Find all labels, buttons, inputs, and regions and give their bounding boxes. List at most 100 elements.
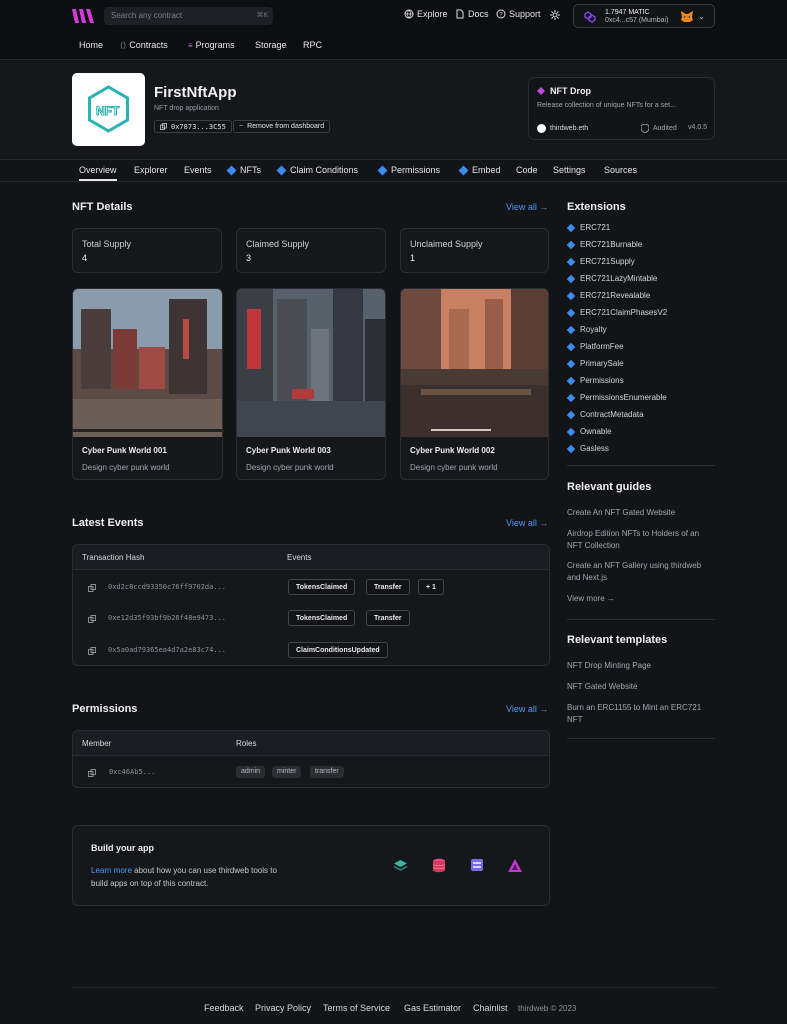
tab-code[interactable]: Code xyxy=(516,165,538,175)
nft-view-all-link[interactable]: View all → xyxy=(506,202,548,212)
drop-version: v4.0.5 xyxy=(688,124,708,131)
tab-overview[interactable]: Overview xyxy=(79,165,117,181)
extension-item[interactable]: PrimarySale xyxy=(566,359,624,368)
tab-events[interactable]: Events xyxy=(184,165,212,175)
document-icon xyxy=(456,9,464,19)
thirdweb-logo[interactable] xyxy=(72,8,94,24)
footer-chainlist[interactable]: Chainlist xyxy=(473,1003,508,1013)
extension-item[interactable]: Gasless xyxy=(566,444,609,453)
divider xyxy=(567,738,715,739)
search-input[interactable]: Search any contract ⌘K xyxy=(104,7,273,25)
event-tag[interactable]: ClaimConditionsUpdated xyxy=(288,642,388,658)
permissions-view-all-link[interactable]: View all → xyxy=(506,704,548,714)
nft-card[interactable]: Cyber Punk World 003 Design cyber punk w… xyxy=(236,288,386,480)
divider xyxy=(567,619,715,620)
copy-icon[interactable] xyxy=(88,647,96,655)
extension-item[interactable]: Royalty xyxy=(566,325,607,334)
extension-item[interactable]: PlatformFee xyxy=(566,342,624,351)
layers-icon[interactable] xyxy=(393,859,408,873)
extension-label: Royalty xyxy=(580,325,607,334)
copy-icon[interactable] xyxy=(88,615,96,623)
database-icon[interactable] xyxy=(432,858,446,873)
guide-link[interactable]: Create An NFT Gated Website xyxy=(567,507,712,519)
diamond-icon xyxy=(566,223,576,232)
nft-card[interactable]: Cyber Punk World 001 Design cyber punk w… xyxy=(72,288,223,480)
extension-item[interactable]: Permissions xyxy=(566,376,624,385)
extension-item[interactable]: Ownable xyxy=(566,427,612,436)
extension-item[interactable]: ERC721Supply xyxy=(566,257,635,266)
nav-programs[interactable]: ≡ Programs xyxy=(188,40,235,50)
wallet-button[interactable]: 1.7947 MATIC 0xc4...c57 (Mumbai) ⌄ xyxy=(573,4,715,28)
footer-gas-estimator[interactable]: Gas Estimator xyxy=(404,1003,461,1013)
tab-explorer[interactable]: Explorer xyxy=(134,165,168,175)
drop-icon xyxy=(537,87,545,95)
tab-claim-conditions[interactable]: Claim Conditions xyxy=(276,165,358,175)
template-link[interactable]: Burn an ERC1155 to Mint an ERC721 NFT xyxy=(567,702,712,726)
event-tag[interactable]: TokensClaimed xyxy=(288,610,356,626)
tab-nfts[interactable]: NFTs xyxy=(226,165,261,175)
tab-permissions-label: Permissions xyxy=(391,165,441,175)
help-icon: ? xyxy=(496,9,506,19)
nav-contracts[interactable]: ⟨⟩ Contracts xyxy=(120,40,168,50)
learn-more-link[interactable]: Learn more xyxy=(91,866,132,875)
permissions-table: Member Roles 0xc46Ab5... xyxy=(72,730,550,788)
tab-embed[interactable]: Embed xyxy=(458,165,501,175)
copy-icon[interactable] xyxy=(88,584,96,592)
template-link[interactable]: NFT Gated Website xyxy=(567,681,712,693)
extension-item[interactable]: PermissionsEnumerable xyxy=(566,393,667,402)
nav-home[interactable]: Home xyxy=(79,40,103,50)
extension-item[interactable]: ERC721 xyxy=(566,223,610,232)
nft-logo-icon: NFT xyxy=(88,85,129,133)
nft-image xyxy=(73,289,222,437)
copy-icon[interactable] xyxy=(88,769,96,777)
build-text-1: about how you can use thirdweb tools to xyxy=(134,866,277,875)
tab-sources[interactable]: Sources xyxy=(604,165,637,175)
support-link[interactable]: ? Support xyxy=(496,9,541,19)
event-tag[interactable]: TokensClaimed xyxy=(288,579,356,595)
explore-link[interactable]: Explore xyxy=(404,9,448,19)
transaction-hash[interactable]: 0xe12d35f93bf9b26f48e9473... xyxy=(108,614,226,622)
footer-privacy[interactable]: Privacy Policy xyxy=(255,1003,311,1013)
extension-item[interactable]: ERC721LazyMintable xyxy=(566,274,657,283)
extension-label: Ownable xyxy=(580,427,612,436)
audited-badge: Audited xyxy=(641,124,677,133)
triangle-icon[interactable] xyxy=(507,858,523,873)
event-tag[interactable]: Transfer xyxy=(366,610,410,626)
events-table: Transaction Hash Events 0xd2c8ccd93350c7… xyxy=(72,544,550,666)
remove-dashboard-button[interactable]: − Remove from dashboard xyxy=(233,120,331,133)
extension-item[interactable]: ERC721ClaimPhasesV2 xyxy=(566,308,667,317)
extension-item[interactable]: ERC721Revealable xyxy=(566,291,650,300)
drop-author[interactable]: thirdweb.eth xyxy=(537,124,588,133)
member-address[interactable]: 0xc46Ab5... xyxy=(109,768,155,776)
sun-icon[interactable] xyxy=(550,10,560,20)
footer-terms[interactable]: Terms of Service xyxy=(323,1003,390,1013)
transaction-hash[interactable]: 0x5a0ad79365ea4d7a2e83c74... xyxy=(108,646,226,654)
role-badge: minter xyxy=(272,766,302,778)
extension-item[interactable]: ERC721Burnable xyxy=(566,240,642,249)
diamond-icon xyxy=(566,308,576,317)
event-tag[interactable]: + 1 xyxy=(418,579,444,595)
extension-item[interactable]: ContractMetadata xyxy=(566,410,644,419)
guide-link[interactable]: Airdrop Edition NFTs to Holders of an NF… xyxy=(567,528,712,552)
tab-permissions[interactable]: Permissions xyxy=(377,165,441,175)
template-link[interactable]: NFT Drop Minting Page xyxy=(567,660,712,672)
nft-drop-card[interactable]: NFT Drop Release collection of unique NF… xyxy=(528,77,715,140)
nav-rpc[interactable]: RPC xyxy=(303,40,322,50)
docs-link[interactable]: Docs xyxy=(455,9,489,19)
nft-card[interactable]: Cyber Punk World 002 Design cyber punk w… xyxy=(400,288,549,480)
tab-settings[interactable]: Settings xyxy=(553,165,586,175)
extension-label: PrimarySale xyxy=(580,359,624,368)
transaction-hash[interactable]: 0xd2c8ccd93350c76ff9702da... xyxy=(108,583,226,591)
nav-storage[interactable]: Storage xyxy=(255,40,287,50)
stat-label: Unclaimed Supply xyxy=(410,239,483,249)
events-view-all-link[interactable]: View all → xyxy=(506,518,548,528)
storage-icon[interactable] xyxy=(470,858,484,872)
footer-feedback[interactable]: Feedback xyxy=(204,1003,244,1013)
stat-value: 1 xyxy=(410,253,416,263)
docs-label: Docs xyxy=(468,9,489,19)
event-tag[interactable]: Transfer xyxy=(366,579,410,595)
guide-link[interactable]: Create an NFT Gallery using thirdweb and… xyxy=(567,560,712,584)
copy-address-button[interactable]: 0x7873...3C55 xyxy=(154,120,232,133)
guides-view-more-link[interactable]: View more → xyxy=(567,593,712,605)
stat-label: Claimed Supply xyxy=(246,239,310,249)
